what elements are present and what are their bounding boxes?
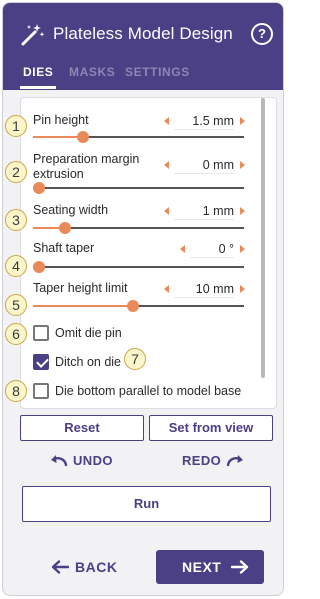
redo-label: REDO [182, 453, 222, 468]
increment-arrow-icon[interactable] [240, 117, 245, 125]
die-bottom-parallel-checkbox[interactable] [33, 383, 49, 399]
annotation-badge-2: 2 [5, 161, 27, 183]
annotation-badge-4: 4 [5, 255, 27, 277]
reset-button[interactable]: Reset [20, 415, 144, 441]
checkbox-label: Omit die pin [55, 326, 122, 340]
param-seating-width: Seating width 1 mm [33, 202, 245, 234]
decrement-arrow-icon[interactable] [164, 285, 169, 293]
slider-thumb[interactable] [33, 261, 45, 273]
decrement-arrow-icon[interactable] [164, 161, 169, 169]
magic-wand-icon [21, 24, 45, 46]
undo-icon [51, 455, 68, 467]
annotation-badge-7: 7 [124, 348, 146, 370]
increment-arrow-icon[interactable] [240, 207, 245, 215]
annotation-badge-8: 8 [5, 380, 27, 402]
back-label: BACK [75, 559, 118, 575]
increment-arrow-icon[interactable] [240, 161, 245, 169]
annotation-badge-3: 3 [5, 209, 27, 231]
slider-track[interactable] [33, 182, 244, 194]
tab-masks[interactable]: MASKS [69, 65, 115, 89]
slider-track[interactable] [33, 222, 244, 234]
decrement-arrow-icon[interactable] [164, 117, 169, 125]
checkbox-label: Die bottom parallel to model base [55, 384, 242, 398]
annotation-badge-1: 1 [5, 115, 27, 137]
slider-thumb[interactable] [76, 131, 89, 143]
arrow-right-icon [230, 560, 248, 574]
param-value[interactable]: 10 mm [174, 280, 234, 298]
run-button[interactable]: Run [22, 486, 271, 522]
slider-thumb[interactable] [58, 222, 71, 234]
slider-track[interactable] [33, 131, 244, 143]
ditch-on-die-checkbox[interactable] [33, 354, 49, 370]
slider-track[interactable] [33, 300, 244, 312]
redo-button[interactable]: REDO [182, 453, 245, 468]
omit-die-pin-checkbox[interactable] [33, 325, 49, 341]
param-label: Taper height limit [33, 281, 128, 295]
param-value[interactable]: 0 ° [190, 240, 234, 258]
set-from-view-button[interactable]: Set from view [149, 415, 273, 441]
back-button[interactable]: BACK [51, 550, 131, 584]
slider-fill [33, 227, 61, 229]
scrollbar[interactable] [261, 98, 265, 378]
undo-button[interactable]: UNDO [49, 453, 113, 468]
design-panel: Plateless Model Design ? DIES MASKS SETT… [2, 2, 284, 596]
tab-settings[interactable]: SETTINGS [125, 65, 190, 89]
param-pin-height: Pin height 1.5 mm [33, 112, 245, 143]
decrement-arrow-icon[interactable] [180, 245, 185, 253]
param-label: Seating width [33, 203, 109, 217]
slider-fill [33, 305, 133, 307]
slider-thumb[interactable] [33, 182, 45, 194]
help-icon[interactable]: ? [251, 23, 273, 45]
param-preparation-margin: Preparation margin extrusion 0 mm [33, 152, 245, 194]
param-label: Shaft taper [33, 241, 95, 255]
param-shaft-taper: Shaft taper 0 ° [33, 240, 245, 273]
decrement-arrow-icon[interactable] [164, 207, 169, 215]
checkbox-label: Ditch on die [55, 355, 122, 369]
slider-track[interactable] [33, 261, 244, 273]
increment-arrow-icon[interactable] [240, 285, 245, 293]
slider-thumb[interactable] [126, 300, 139, 312]
param-value[interactable]: 0 mm [174, 156, 234, 174]
slider-fill [33, 136, 80, 138]
tab-dies[interactable]: DIES [19, 65, 57, 89]
title-row: Plateless Model Design ? [17, 21, 273, 49]
increment-arrow-icon[interactable] [240, 245, 245, 253]
redo-icon [226, 455, 244, 467]
next-label: NEXT [182, 559, 222, 575]
param-value[interactable]: 1 mm [174, 202, 234, 220]
param-label: Preparation margin extrusion [33, 152, 140, 181]
param-value[interactable]: 1.5 mm [174, 112, 234, 130]
panel-header: Plateless Model Design ? DIES MASKS SETT… [3, 3, 283, 90]
app-title: Plateless Model Design [53, 24, 233, 43]
undo-label: UNDO [73, 453, 113, 468]
param-label: Pin height [33, 113, 89, 127]
param-taper-height-limit: Taper height limit 10 mm [33, 280, 245, 312]
arrow-left-icon [51, 560, 70, 574]
annotation-badge-6: 6 [5, 323, 27, 345]
next-button[interactable]: NEXT [156, 550, 264, 584]
annotation-badge-5: 5 [5, 294, 27, 316]
